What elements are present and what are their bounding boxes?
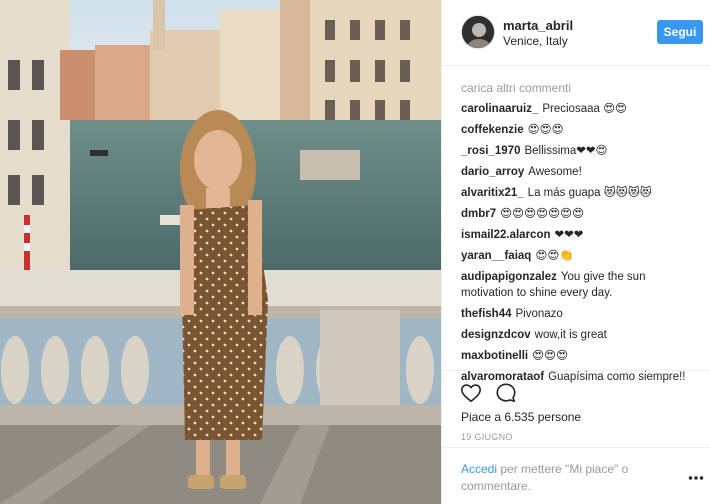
comments-list: carica altri commenti carolinaaruiz_ Prec… [461, 79, 701, 390]
comment: dario_arroy Awesome! [461, 164, 701, 180]
comment-icon[interactable] [495, 382, 517, 404]
comment-username[interactable]: carolinaaruiz_ [461, 103, 538, 115]
comment-username[interactable]: dario_arroy [461, 166, 524, 178]
comment-text: 😍😍😍 [527, 124, 564, 136]
comment: maxbotinelli 😍😍😍 [461, 348, 701, 364]
comment-text: ❤❤❤ [554, 229, 584, 241]
comment: designzdcov wow,it is great [461, 327, 701, 343]
post-actions: Piace a 6.535 persone 19 GIUGNO [442, 370, 710, 446]
likes-count[interactable]: Piace a 6.535 persone [461, 410, 581, 424]
comment-username[interactable]: alvaritix21_ [461, 187, 524, 199]
comment: alvaritix21_ La más guapa 😻😻😻😻 [461, 185, 701, 201]
add-comment-section: Accedi per mettere "Mi piace" o commenta… [442, 447, 710, 504]
post-date[interactable]: 19 GIUGNO [461, 432, 513, 442]
more-options-icon[interactable] [688, 475, 704, 481]
location-link[interactable]: Venice, Italy [503, 34, 568, 48]
comment: coffekenzie 😍😍😍 [461, 122, 701, 138]
post-photo [0, 0, 441, 504]
comment-text: La más guapa 😻😻😻😻 [527, 187, 652, 199]
username[interactable]: marta_abril [503, 18, 573, 33]
comment-username[interactable]: ismail22.alarcon [461, 229, 551, 241]
comment-username[interactable]: audipapigonzalez [461, 271, 557, 283]
follow-button[interactable]: Segui [657, 20, 703, 44]
comment-text: Pivonazo [515, 308, 563, 320]
comment: carolinaaruiz_ Preciosaaa 😍😍 [461, 101, 701, 117]
comment-text: Awesome! [528, 166, 582, 178]
load-more-comments-link[interactable]: carica altri commenti [461, 79, 701, 97]
comment-text: Preciosaaa 😍😍 [542, 103, 628, 115]
comment-username[interactable]: maxbotinelli [461, 350, 528, 362]
comment: ismail22.alarcon ❤❤❤ [461, 227, 701, 243]
comment-username[interactable]: yaran__faiaq [461, 250, 531, 262]
comment-username[interactable]: _rosi_1970 [461, 145, 520, 157]
comment: dmbr7 😍😍😍😍😍😍😍 [461, 206, 701, 222]
comment-username[interactable]: thefish44 [461, 308, 512, 320]
venice-photo-image [0, 0, 441, 504]
comment-text: 😍😍😍😍😍😍😍 [500, 208, 585, 220]
avatar-image [462, 16, 494, 48]
comment: _rosi_1970 Bellissima❤❤😍 [461, 143, 701, 159]
comment-username[interactable]: coffekenzie [461, 124, 524, 136]
avatar[interactable] [461, 15, 495, 49]
login-link[interactable]: Accedi [461, 462, 497, 476]
comment-text: wow,it is great [534, 329, 607, 341]
comment: audipapigonzalez You give the sun motivat… [461, 269, 701, 301]
comment: yaran__faiaq 😍😍👏 [461, 248, 701, 264]
comment-username[interactable]: designzdcov [461, 329, 531, 341]
post-sidebar: marta_abril Venice, Italy Segui carica a… [441, 0, 710, 504]
comment-text: 😍😍😍 [532, 350, 569, 362]
comment: thefish44 Pivonazo [461, 306, 701, 322]
heart-icon[interactable] [460, 382, 482, 404]
comment-text: 😍😍👏 [535, 250, 574, 262]
comment-username[interactable]: dmbr7 [461, 208, 496, 220]
post-header: marta_abril Venice, Italy Segui [442, 0, 710, 66]
login-prompt: Accedi per mettere "Mi piace" o commenta… [461, 461, 661, 495]
comment-text: Bellissima❤❤😍 [524, 145, 608, 157]
